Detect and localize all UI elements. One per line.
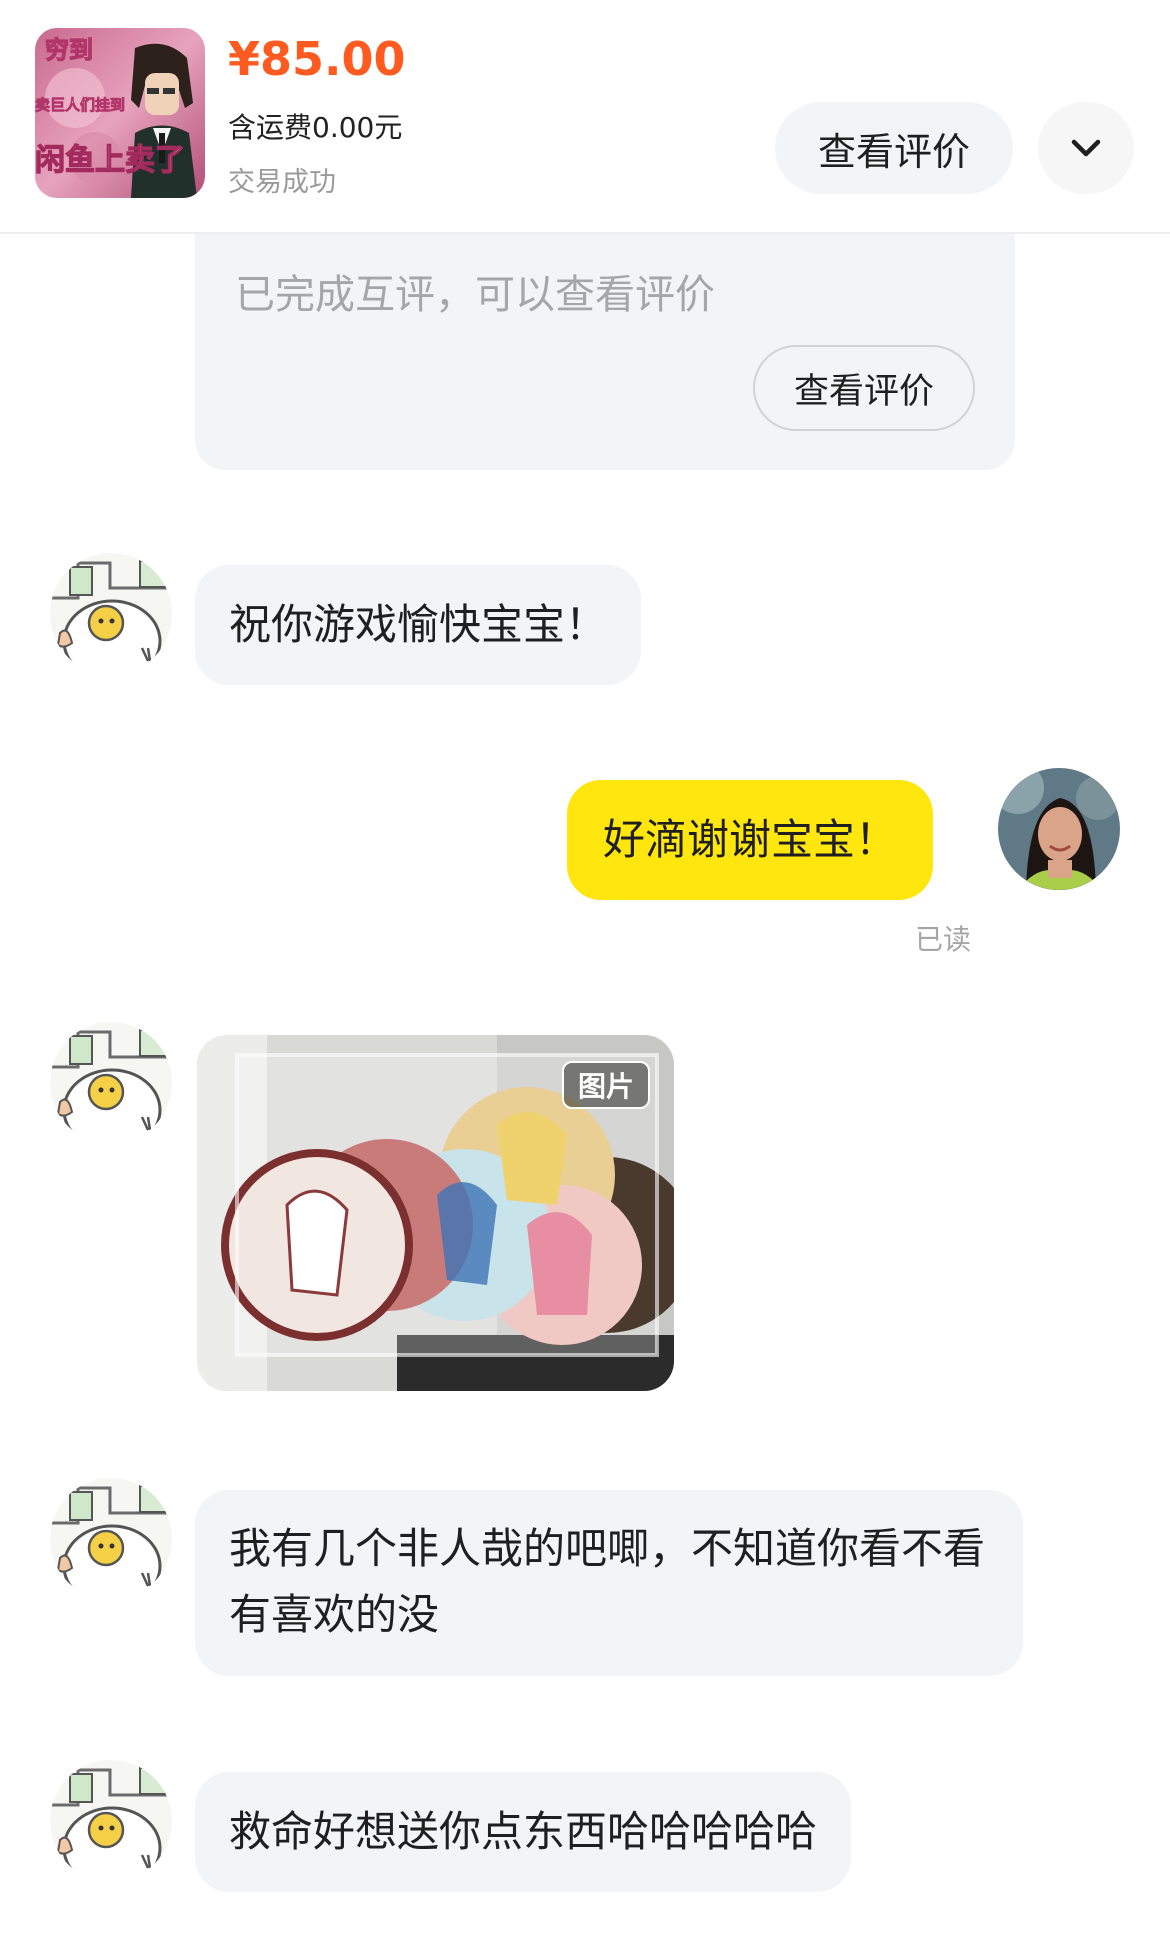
seller-avatar[interactable]	[50, 1760, 172, 1882]
seller-avatar[interactable]	[50, 1478, 172, 1600]
thumbnail-text-2: 卖巨人们挂到	[35, 96, 125, 114]
thumbnail-text-1: 穷到	[45, 36, 93, 64]
review-complete-card: 已完成互评，可以查看评价 查看评价	[195, 200, 1015, 470]
order-header: 穷到 卖巨人们挂到 闲鱼上卖了 ¥85.00 含运费0.00元 交易成功 查看评…	[0, 0, 1170, 234]
seller-avatar-image	[50, 1022, 172, 1144]
seller-avatar-image	[50, 1760, 172, 1882]
message-bubble[interactable]: 我有几个非人哉的吧唧，不知道你看不看有喜欢的没	[195, 1490, 1023, 1676]
message-text: 祝你游戏愉快宝宝！	[229, 600, 608, 649]
shipping-fee: 含运费0.00元	[228, 111, 403, 144]
order-status: 交易成功	[228, 167, 336, 198]
message-bubble[interactable]: 救命好想送你点东西哈哈哈哈哈	[195, 1772, 852, 1892]
card-view-review-button[interactable]: 查看评价	[753, 345, 975, 431]
image-message[interactable]: 图片	[197, 1035, 674, 1391]
seller-avatar[interactable]	[50, 1022, 172, 1144]
my-message-bubble[interactable]: 好滴谢谢宝宝！	[567, 780, 934, 900]
message-text: 救命好想送你点东西哈哈哈哈哈	[229, 1807, 818, 1856]
message-text: 我有几个非人哉的吧唧，不知道你看不看有喜欢的没	[229, 1524, 986, 1639]
seller-avatar-image	[50, 1478, 172, 1600]
review-complete-text: 已完成互评，可以查看评价	[235, 272, 715, 318]
message-bubble[interactable]: 祝你游戏愉快宝宝！	[195, 565, 642, 685]
my-avatar[interactable]	[998, 768, 1120, 890]
read-status: 已读	[915, 923, 972, 956]
view-review-button[interactable]: 查看评价	[775, 102, 1013, 194]
image-tag: 图片	[561, 1061, 650, 1109]
expand-button[interactable]	[1038, 102, 1134, 194]
product-thumbnail[interactable]: 穷到 卖巨人们挂到 闲鱼上卖了	[35, 28, 205, 198]
seller-avatar-image	[50, 553, 172, 675]
seller-avatar[interactable]	[50, 553, 172, 675]
order-price: ¥85.00	[228, 32, 406, 86]
product-thumbnail-image: 穷到 卖巨人们挂到 闲鱼上卖了	[35, 28, 205, 198]
my-avatar-image	[998, 768, 1120, 890]
thumbnail-text-3: 闲鱼上卖了	[35, 143, 185, 178]
chevron-down-icon	[1071, 139, 1101, 157]
message-text: 好滴谢谢宝宝！	[603, 815, 898, 864]
